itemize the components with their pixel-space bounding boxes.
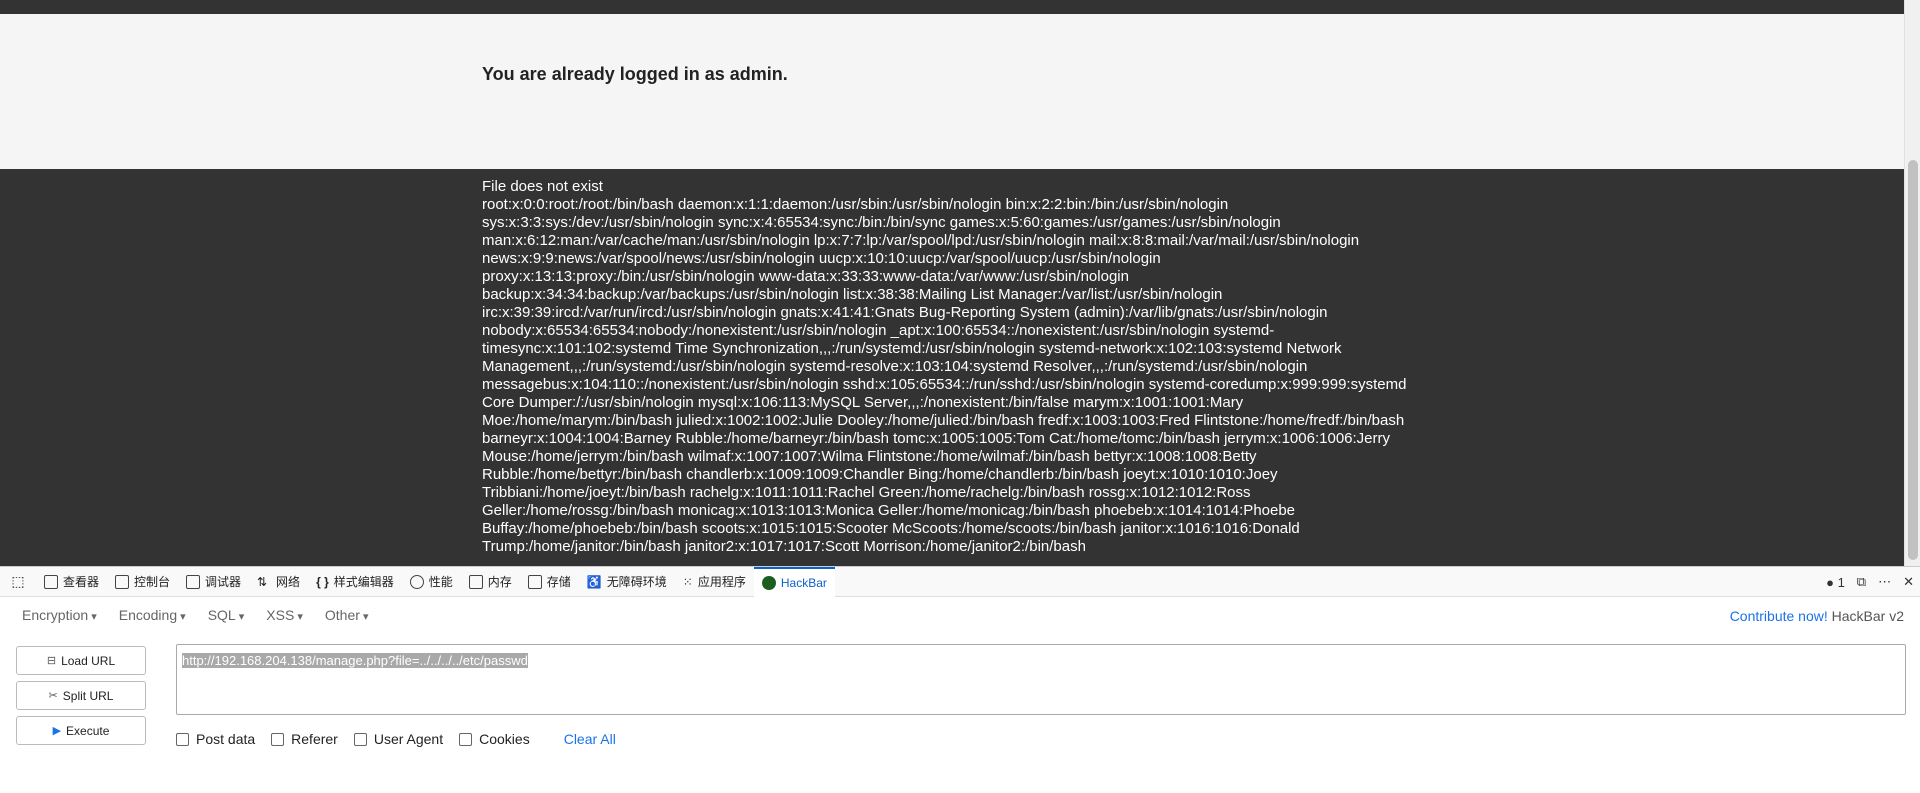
tab-label: 调试器 [205, 575, 242, 589]
scroll-thumb[interactable] [1908, 160, 1918, 560]
network-icon: ⇅ [257, 574, 268, 589]
contribute-link[interactable]: Contribute now! [1730, 608, 1828, 624]
style-editor-icon: { } [316, 574, 329, 589]
menu-sql[interactable]: SQL [208, 607, 245, 623]
file-content-area: File does not exist root:x:0:0:root:/roo… [0, 169, 1904, 566]
tab-style-editor[interactable]: { } 样式编辑器 [308, 567, 402, 597]
menu-encoding[interactable]: Encoding [119, 607, 186, 623]
dock-side-icon[interactable]: ⧉ [1857, 574, 1866, 590]
console-icon [115, 574, 130, 589]
accessibility-icon: ♿ [586, 574, 602, 589]
close-icon[interactable]: ✕ [1903, 574, 1914, 590]
cookies-option[interactable]: Cookies [459, 731, 530, 747]
tab-label: 网络 [276, 575, 301, 589]
tab-network[interactable]: ⇅ 网络 [249, 567, 308, 597]
option-label: User Agent [373, 731, 444, 747]
page-top-strip [0, 0, 1904, 14]
cookies-checkbox[interactable] [459, 732, 473, 746]
hackbar-version: HackBar v2 [1831, 608, 1904, 624]
url-input[interactable]: http://192.168.204.138/manage.php?file=.… [176, 644, 1906, 715]
tab-label: 应用程序 [697, 575, 746, 589]
debugger-icon [186, 574, 201, 589]
option-label: Referer [291, 731, 338, 747]
tab-storage[interactable]: 存储 [520, 567, 579, 597]
scissors-icon: ✂ [48, 690, 58, 702]
element-picker-icon[interactable]: ⬚ [0, 567, 36, 597]
tab-performance[interactable]: 性能 [402, 567, 461, 597]
tab-label: 内存 [487, 575, 512, 589]
login-banner: You are already logged in as admin. [0, 14, 1904, 169]
button-label: Execute [66, 723, 110, 738]
tab-console[interactable]: 控制台 [107, 567, 178, 597]
hackbar-menu: Encryption Encoding SQL XSS Other Contri… [0, 598, 1920, 632]
menu-other[interactable]: Other [325, 607, 369, 623]
button-label: Split URL [62, 688, 114, 703]
post-data-option[interactable]: Post data [176, 731, 255, 747]
user-agent-checkbox[interactable] [353, 732, 367, 746]
tab-inspector[interactable]: 查看器 [36, 567, 107, 597]
play-icon: ▶ [52, 725, 62, 737]
menu-encryption[interactable]: Encryption [22, 607, 97, 623]
passwd-output: root:x:0:0:root:/root:/bin/bash daemon:x… [482, 196, 1407, 555]
tab-memory[interactable]: 内存 [461, 567, 520, 597]
error-count: 1 [1837, 574, 1845, 590]
devtools-tab-bar: ⬚ 查看器 控制台 调试器 ⇅ 网络 { } 样式编辑器 性能 内存 存储 ♿ 无障碍… [0, 566, 1920, 597]
load-url-button[interactable]: ⊟ Load URL [16, 646, 146, 675]
tab-label: 性能 [428, 575, 453, 589]
contribute-area: Contribute now! HackBar v2 [1730, 608, 1904, 624]
menu-xss[interactable]: XSS [266, 607, 303, 623]
user-agent-option[interactable]: User Agent [353, 731, 444, 747]
execute-button[interactable]: ▶ Execute [16, 716, 146, 745]
tab-debugger[interactable]: 调试器 [178, 567, 249, 597]
tab-label: 查看器 [63, 575, 100, 589]
application-icon: ⁙ [682, 574, 693, 589]
memory-icon [468, 574, 483, 589]
split-url-button[interactable]: ✂ Split URL [16, 681, 146, 710]
tab-label: 样式编辑器 [333, 575, 394, 589]
storage-icon [527, 574, 542, 589]
clear-all-link[interactable]: Clear All [564, 731, 616, 747]
inspector-icon [44, 574, 58, 589]
devtools-panel: ⬚ 查看器 控制台 调试器 ⇅ 网络 { } 样式编辑器 性能 内存 存储 ♿ 无障碍… [0, 566, 1920, 793]
hackbar-action-buttons: ⊟ Load URL ✂ Split URL ▶ Execute [16, 646, 146, 751]
login-message: You are already logged in as admin. [482, 64, 788, 84]
tab-hackbar[interactable]: HackBar [753, 566, 835, 597]
tab-label: HackBar [780, 575, 827, 590]
tab-application[interactable]: ⁙ 应用程序 [675, 567, 754, 597]
hackbar-icon [761, 575, 776, 590]
option-label: Cookies [479, 731, 530, 747]
button-label: Load URL [61, 653, 116, 668]
tab-label: 无障碍环境 [606, 575, 667, 589]
tab-label: 控制台 [134, 575, 171, 589]
post-data-checkbox[interactable] [176, 732, 189, 746]
load-icon: ⊟ [46, 655, 57, 667]
url-selected-text: http://192.168.204.138/manage.php?file=.… [182, 653, 528, 668]
performance-icon [409, 574, 424, 589]
referer-option[interactable]: Referer [271, 731, 338, 747]
option-label: Post data [196, 731, 256, 747]
referer-checkbox[interactable] [271, 732, 285, 746]
error-count-badge[interactable]: ● 1 [1826, 575, 1845, 590]
page-scrollbar[interactable] [1904, 0, 1920, 566]
more-options-icon[interactable]: ⋯ [1878, 574, 1891, 590]
devtools-toolbar-right: ● 1 ⧉ ⋯ ✕ [1820, 567, 1920, 597]
hackbar-options: Post data Referer User Agent Cookies Cle… [176, 731, 616, 747]
page-viewport: You are already logged in as admin. File… [0, 0, 1920, 566]
tab-label: 存储 [546, 575, 571, 589]
tab-accessibility[interactable]: ♿ 无障碍环境 [579, 567, 675, 597]
file-not-exist-message: File does not exist [482, 178, 603, 195]
